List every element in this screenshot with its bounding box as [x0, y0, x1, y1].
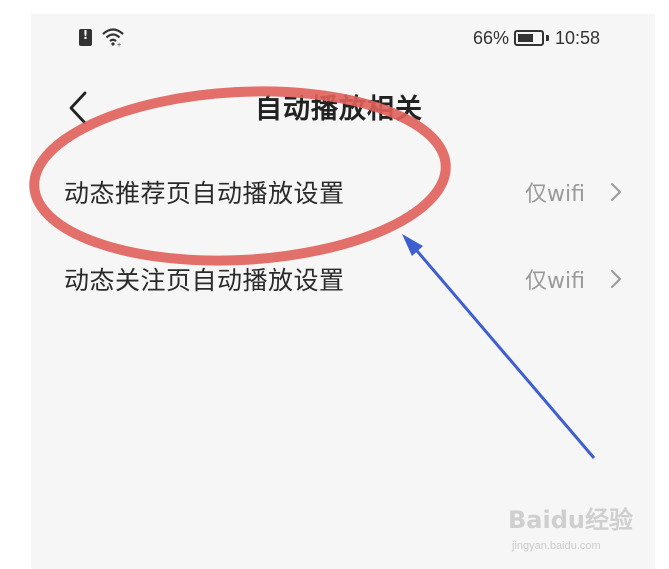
battery-icon: [514, 30, 544, 46]
setting-value: 仅wifi: [525, 182, 585, 207]
status-bar: + 66% 10:58: [31, 14, 655, 64]
watermark-logo: Baidu经验: [508, 506, 633, 534]
watermark-url: jingyan.baidu.com: [512, 540, 601, 552]
sim-alert-icon: [79, 28, 92, 46]
setting-label: 动态推荐页自动播放设置: [64, 179, 345, 208]
setting-label: 动态关注页自动播放设置: [64, 266, 345, 295]
setting-row-recommend-autoplay[interactable]: 动态推荐页自动播放设置 仅wifi: [31, 150, 655, 230]
setting-row-follow-autoplay[interactable]: 动态关注页自动播放设置 仅wifi: [31, 237, 655, 317]
status-time: 10:58: [555, 28, 601, 48]
svg-text:+: +: [117, 42, 121, 48]
battery-percent: 66%: [473, 28, 510, 48]
setting-value: 仅wifi: [525, 269, 585, 294]
page-title: 自动播放相关: [255, 94, 423, 125]
chevron-right-icon: [611, 183, 621, 201]
battery-tip: [546, 35, 549, 41]
phone-screen: + 66% 10:58 自动播放相关 动态推荐页自动播放设置 仅wifi 动态关…: [31, 14, 655, 569]
wifi-icon: +: [102, 28, 124, 48]
chevron-right-icon: [611, 270, 621, 288]
chevron-left-icon[interactable]: [65, 89, 93, 127]
battery-fill: [518, 34, 533, 42]
